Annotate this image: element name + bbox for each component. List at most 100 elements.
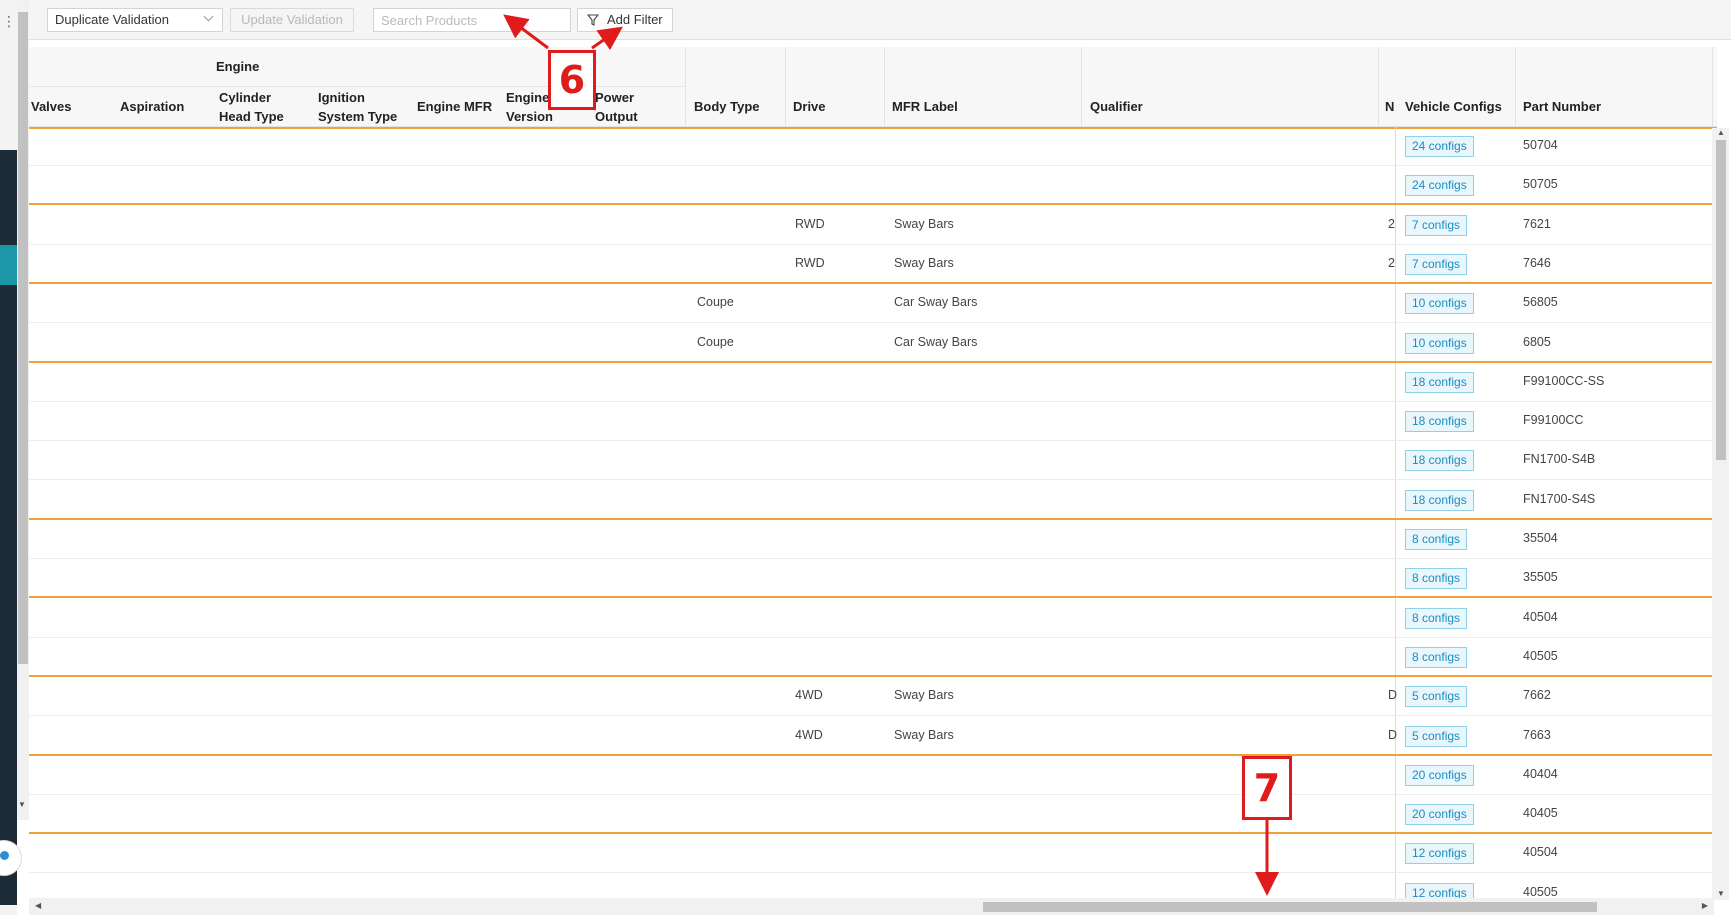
table-row[interactable]: 4WD Sway Bars D 7663 5 configs [29, 717, 1717, 756]
table-row[interactable]: 50705 24 configs [29, 166, 1717, 206]
table-row[interactable]: 50704 24 configs [29, 127, 1717, 166]
header-ignition-line2: System Type [318, 109, 398, 124]
vehicle-configs-badge[interactable]: 18 configs [1405, 450, 1474, 472]
toolbar: Duplicate Validation Update Validation A… [29, 0, 1731, 40]
grid-vertical-scrollbar[interactable]: ▲ ▼ [1712, 128, 1729, 900]
cell-part-number: 40504 [1523, 845, 1558, 860]
table-row[interactable]: 40505 8 configs [29, 638, 1717, 677]
vehicle-configs-badge[interactable]: 12 configs [1405, 843, 1474, 865]
vehicle-configs-badge[interactable]: 7 configs [1405, 253, 1468, 275]
scroll-down-arrow-icon[interactable]: ▼ [1717, 889, 1725, 898]
cell-mfr-label: Car Sway Bars [894, 334, 978, 349]
table-row[interactable]: 40505 12 configs [29, 874, 1717, 900]
cell-part-number: FN1700-S4B [1523, 452, 1596, 467]
header-ignition-line1: Ignition [318, 90, 365, 105]
left-sidebar-strip: ⋮ ▼ [0, 0, 29, 915]
vehicle-configs-badge[interactable]: 7 configs [1405, 214, 1468, 236]
vehicle-configs-badge[interactable]: 24 configs [1405, 136, 1474, 157]
sidebar-active-item[interactable] [0, 245, 17, 285]
scroll-up-arrow-icon[interactable]: ▲ [1717, 128, 1725, 137]
table-row[interactable]: 40504 12 configs [29, 834, 1717, 874]
scroll-left-arrow-icon[interactable]: ◀ [35, 901, 41, 910]
header-power-line2: Output [595, 109, 638, 124]
vehicle-configs-badge[interactable]: 20 configs [1405, 804, 1474, 826]
horizontal-scrollbar-thumb[interactable] [983, 902, 1597, 912]
header-ignition-system-type[interactable]: Ignition System Type [318, 88, 397, 126]
vehicle-configs-badge[interactable]: 18 configs [1405, 371, 1474, 393]
add-filter-button[interactable]: Add Filter [577, 8, 673, 32]
scroll-right-arrow-icon[interactable]: ▶ [1702, 901, 1708, 910]
vehicle-configs-badge[interactable]: 20 configs [1405, 764, 1474, 786]
header-drive[interactable]: Drive [793, 97, 826, 116]
cell-truncated: 2 [1388, 216, 1395, 231]
cell-part-number: F99100CC-SS [1523, 373, 1605, 388]
table-row[interactable]: F99100CC-SS 18 configs [29, 363, 1717, 402]
header-cylinder-head-type[interactable]: Cylinder Head Type [219, 88, 284, 126]
table-row[interactable]: 40504 8 configs [29, 599, 1717, 638]
table-row[interactable]: RWD Sway Bars 2 7621 7 configs [29, 206, 1717, 245]
help-chat-bubble[interactable] [0, 840, 22, 876]
search-products-input[interactable] [373, 8, 571, 32]
vehicle-configs-badge[interactable]: 18 configs [1405, 489, 1474, 511]
header-group-engine: Engine [216, 59, 260, 74]
table-row[interactable]: Coupe Car Sway Bars 6805 10 configs [29, 324, 1717, 363]
cell-part-number: 40504 [1523, 609, 1558, 624]
vehicle-configs-badge[interactable]: 8 configs [1405, 529, 1468, 550]
cell-drive: RWD [795, 216, 825, 231]
view-select[interactable]: Duplicate Validation [47, 8, 223, 32]
vehicle-configs-badge[interactable]: 8 configs [1405, 568, 1468, 590]
header-vehicle-configs[interactable]: Vehicle Configs [1405, 97, 1502, 116]
cell-part-number: 40405 [1523, 806, 1558, 821]
vehicle-configs-badge[interactable]: 5 configs [1405, 725, 1468, 747]
header-part-number[interactable]: Part Number [1523, 97, 1601, 116]
chevron-down-icon [203, 11, 214, 22]
table-row[interactable]: FN1700-S4S 18 configs [29, 481, 1717, 520]
cell-part-number: 56805 [1523, 295, 1558, 310]
scroll-down-arrow-icon[interactable]: ▼ [18, 800, 26, 809]
annotation-label-6: 6 [548, 50, 596, 110]
header-separator [1378, 47, 1379, 127]
header-valves[interactable]: Valves [31, 97, 72, 116]
vehicle-configs-badge[interactable]: 8 configs [1405, 646, 1468, 668]
vehicle-configs-badge[interactable]: 5 configs [1405, 686, 1468, 708]
header-cylinder-line1: Cylinder [219, 90, 272, 105]
cell-mfr-label: Sway Bars [894, 727, 954, 742]
header-body-type[interactable]: Body Type [694, 97, 760, 116]
vehicle-configs-badge[interactable]: 18 configs [1405, 411, 1474, 433]
table-row[interactable]: F99100CC 18 configs [29, 402, 1717, 442]
header-truncated-column[interactable]: N [1385, 97, 1394, 116]
chat-icon [0, 851, 9, 860]
table-row[interactable]: 40405 20 configs [29, 795, 1717, 835]
table-row[interactable]: 40404 20 configs [29, 756, 1717, 795]
left-scrollbar-thumb[interactable] [18, 12, 28, 664]
cell-part-number: 35504 [1523, 531, 1558, 545]
header-aspiration[interactable]: Aspiration [120, 97, 184, 116]
table-row[interactable]: 35504 8 configs [29, 520, 1717, 559]
header-engine-mfr[interactable]: Engine MFR [417, 97, 492, 116]
cell-truncated: D [1388, 688, 1398, 703]
view-select-value: Duplicate Validation [55, 12, 169, 27]
products-grid: Engine Valves Aspiration Cylinder Head T… [29, 47, 1717, 900]
filter-icon [587, 14, 599, 26]
header-mfr-label[interactable]: MFR Label [892, 97, 958, 116]
table-row[interactable]: FN1700-S4B 18 configs [29, 441, 1717, 481]
table-row[interactable]: 4WD Sway Bars D 7662 5 configs [29, 677, 1717, 717]
sidebar-dark-section [0, 150, 17, 245]
vehicle-configs-badge[interactable]: 8 configs [1405, 607, 1468, 629]
vehicle-configs-badge[interactable]: 10 configs [1405, 332, 1474, 354]
table-row[interactable]: 35505 8 configs [29, 559, 1717, 599]
cell-part-number: 40505 [1523, 648, 1558, 663]
grid-horizontal-scrollbar[interactable]: ◀ ▶ [29, 898, 1714, 915]
header-power-output[interactable]: Power Output [595, 88, 638, 126]
header-qualifier[interactable]: Qualifier [1090, 97, 1143, 116]
table-row[interactable]: RWD Sway Bars 2 7646 7 configs [29, 245, 1717, 284]
vehicle-configs-badge[interactable]: 10 configs [1405, 293, 1474, 315]
update-validation-button[interactable]: Update Validation [230, 8, 354, 32]
header-engine-version[interactable]: Engine Version [506, 88, 553, 126]
cell-mfr-label: Sway Bars [894, 216, 954, 231]
vertical-scrollbar-thumb[interactable] [1716, 140, 1726, 460]
vehicle-configs-badge[interactable]: 24 configs [1405, 175, 1474, 197]
table-row[interactable]: Coupe Car Sway Bars 56805 10 configs [29, 284, 1717, 324]
cell-part-number: 40404 [1523, 766, 1558, 781]
menu-dots-icon[interactable]: ⋮ [2, 14, 16, 28]
